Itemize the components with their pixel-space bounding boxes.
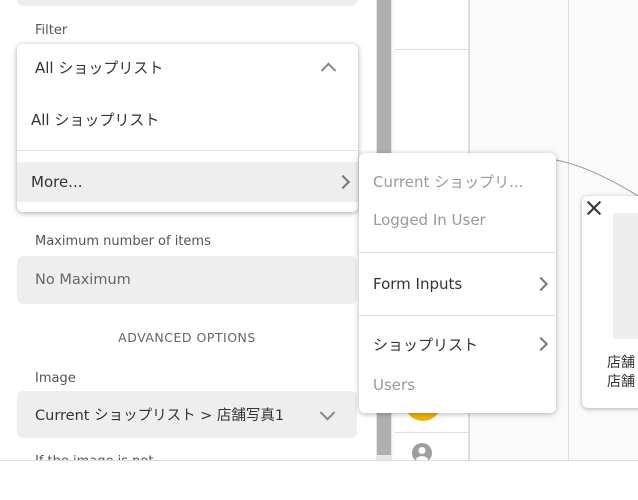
strip-divider — [395, 49, 469, 50]
submenu-item-users[interactable]: Users — [359, 367, 556, 403]
filter-selected-value: All ショップリスト — [35, 58, 164, 77]
submenu-item-form-inputs[interactable]: Form Inputs — [359, 266, 556, 302]
close-icon[interactable] — [586, 200, 602, 216]
chevron-down-icon — [319, 404, 336, 421]
image-label: Image — [35, 371, 76, 386]
filter-option-more-label: More... — [31, 173, 83, 191]
submenu-item-label: ショップリスト — [373, 335, 479, 354]
element-card[interactable]: 店舗 店舗 — [582, 196, 638, 408]
card-image-placeholder — [613, 213, 638, 339]
submenu-item-label: Form Inputs — [373, 275, 463, 293]
chevron-right-icon — [533, 336, 549, 352]
chevron-up-icon — [320, 62, 337, 79]
filter-option-all[interactable]: All ショップリスト — [17, 99, 358, 139]
image-select-value: Current ショップリスト > 店舗写真1 — [35, 408, 285, 424]
filter-dropdown[interactable]: All ショップリスト All ショップリスト More... — [17, 44, 358, 212]
strip-divider — [395, 432, 469, 433]
card-text-line: 店舗 — [607, 374, 635, 390]
previous-field[interactable] — [17, 0, 357, 6]
filter-option-more[interactable]: More... — [17, 162, 358, 202]
chevron-right-icon — [533, 276, 549, 292]
bottom-bar — [0, 460, 638, 500]
filter-label: Filter — [35, 23, 68, 38]
submenu-divider — [359, 252, 556, 253]
submenu-item-shoplist[interactable]: ショップリスト — [359, 326, 556, 362]
submenu-divider — [359, 315, 556, 316]
image-select[interactable]: Current ショップリスト > 店舗写真1 — [17, 391, 357, 438]
filter-select-header[interactable]: All ショップリスト — [17, 44, 358, 90]
canvas-gridline — [568, 0, 569, 460]
more-submenu[interactable]: Current ショップリ... Logged In User Form Inp… — [359, 153, 556, 413]
dropdown-divider — [17, 150, 358, 151]
max-items-label: Maximum number of items — [35, 234, 211, 249]
max-items-input[interactable]: No Maximum — [17, 256, 357, 304]
submenu-item-current[interactable]: Current ショップリ... — [359, 163, 556, 199]
advanced-options-heading: ADVANCED OPTIONS — [118, 330, 256, 345]
card-text-line: 店舗 — [607, 355, 635, 371]
submenu-item-logged-in-user[interactable]: Logged In User — [359, 202, 556, 238]
chevron-right-icon — [335, 174, 351, 190]
